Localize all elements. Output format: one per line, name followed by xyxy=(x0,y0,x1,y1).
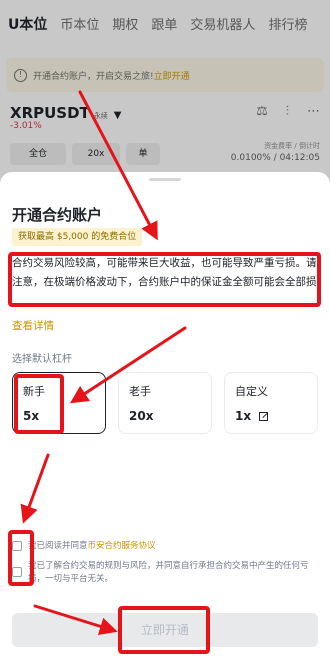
arrow-to-beginner-option xyxy=(69,326,187,404)
annotation-arrows xyxy=(20,90,187,636)
arrow-to-checkboxes xyxy=(20,453,50,524)
arrow-to-open-button xyxy=(33,604,118,636)
arrow-to-risk-text xyxy=(78,90,158,241)
